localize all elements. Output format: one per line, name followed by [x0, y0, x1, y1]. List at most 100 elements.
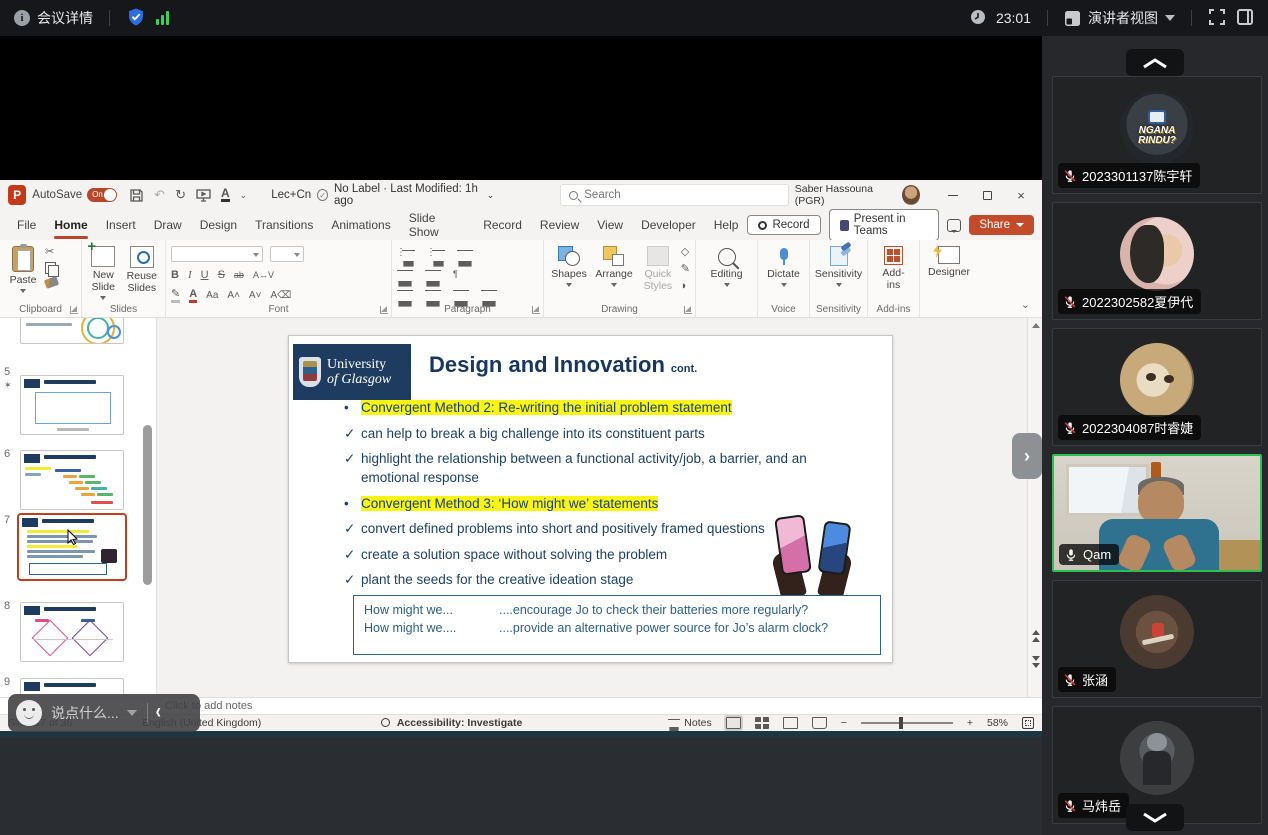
- arrange-button[interactable]: Arrange: [593, 245, 635, 301]
- collapse-chat-button[interactable]: ‹: [156, 701, 161, 724]
- security-shield-icon[interactable]: [126, 7, 146, 30]
- shape-fill-button[interactable]: ◇: [681, 247, 690, 258]
- slideshow-view-button[interactable]: [812, 717, 827, 729]
- align-center-button[interactable]: [425, 290, 441, 301]
- reading-view-button[interactable]: [783, 717, 798, 729]
- zoom-out-button[interactable]: −: [841, 717, 847, 729]
- present-in-teams-button[interactable]: Present in Teams: [829, 209, 940, 241]
- chat-placeholder[interactable]: 说点什么...: [51, 703, 119, 723]
- search-input[interactable]: [584, 189, 779, 201]
- accessibility-status[interactable]: Accessibility: Investigate: [381, 717, 522, 729]
- reuse-slides-button[interactable]: Reuse Slides: [124, 245, 160, 301]
- increase-indent-button[interactable]: [425, 270, 441, 281]
- strikethrough-button[interactable]: S: [218, 270, 225, 281]
- zoom-slider-thumb[interactable]: [899, 717, 903, 729]
- clear-format-button[interactable]: A⌫: [270, 291, 291, 301]
- italic-button[interactable]: I: [188, 270, 192, 281]
- numbering-button[interactable]: [432, 250, 445, 261]
- menu-record[interactable]: Record: [474, 214, 531, 236]
- scroll-participants-down-button[interactable]: [1126, 804, 1184, 831]
- shrink-font-button[interactable]: A˅: [249, 291, 262, 301]
- participant-tile[interactable]: 2022302582夏伊代: [1052, 202, 1262, 320]
- zoom-level[interactable]: 58%: [987, 717, 1008, 729]
- copy-button[interactable]: [45, 262, 56, 274]
- view-mode-dropdown[interactable]: 演讲者视图: [1064, 8, 1175, 28]
- thumbnail-slide-8[interactable]: [20, 602, 124, 662]
- sensitivity-button[interactable]: Sensitivity: [815, 245, 862, 288]
- bold-button[interactable]: B: [171, 270, 179, 281]
- thumbnail-slide-5[interactable]: [20, 375, 124, 435]
- autosave-toggle[interactable]: AutoSave On: [32, 188, 117, 202]
- participant-tile[interactable]: 2022304087时睿婕: [1052, 328, 1262, 446]
- chevron-down-icon[interactable]: [127, 710, 137, 716]
- thumbnail-scrollbar[interactable]: [140, 318, 157, 697]
- meeting-details-button[interactable]: i 会议详情: [14, 8, 93, 28]
- minimize-button[interactable]: [936, 180, 970, 210]
- side-panel-button[interactable]: [1236, 8, 1254, 29]
- subscript-button[interactable]: ab: [234, 271, 244, 280]
- shape-effects-button[interactable]: ◗: [681, 281, 690, 292]
- paste-button[interactable]: Paste: [5, 245, 41, 301]
- underline-button[interactable]: U: [201, 270, 209, 281]
- thumbnail-slide-4[interactable]: [20, 318, 124, 344]
- customize-qat-button[interactable]: ⌄: [240, 190, 248, 201]
- menu-insert[interactable]: Insert: [97, 214, 145, 236]
- addins-button[interactable]: Add-ins: [873, 245, 914, 292]
- comments-button[interactable]: [947, 219, 961, 232]
- drawing-dialog-launcher[interactable]: [684, 306, 692, 314]
- notes-toggle-button[interactable]: Notes: [668, 717, 711, 729]
- participant-tile-active-speaker[interactable]: Qam: [1052, 454, 1262, 572]
- save-button[interactable]: [129, 188, 144, 203]
- menu-file[interactable]: File: [8, 214, 45, 236]
- thumbnail-slide-6[interactable]: [20, 450, 124, 510]
- account-area[interactable]: Saber Hassouna (PGR): [795, 183, 920, 207]
- menu-slideshow[interactable]: Slide Show: [400, 207, 475, 243]
- redo-button[interactable]: ↻: [175, 187, 186, 203]
- designer-button[interactable]: Designer: [925, 245, 973, 279]
- ppt-search-box[interactable]: [560, 184, 788, 206]
- line-spacing-button[interactable]: [457, 250, 473, 261]
- quick-styles-button[interactable]: Quick Styles: [639, 245, 677, 301]
- new-slide-button[interactable]: New Slide: [87, 245, 120, 301]
- close-button[interactable]: ×: [1004, 180, 1038, 210]
- menu-transitions[interactable]: Transitions: [246, 214, 322, 236]
- dictate-button[interactable]: Dictate: [763, 245, 804, 288]
- start-slideshow-button[interactable]: [196, 188, 211, 202]
- slide-canvas[interactable]: University of Glasgow Design and Innovat…: [288, 335, 893, 663]
- zoom-in-button[interactable]: +: [967, 717, 973, 729]
- menu-draw[interactable]: Draw: [145, 214, 191, 236]
- justify-button[interactable]: [481, 290, 497, 301]
- collapse-ribbon-button[interactable]: ⌄: [1021, 298, 1030, 311]
- font-dialog-launcher[interactable]: [380, 306, 388, 314]
- highlight-button[interactable]: ✎: [171, 289, 180, 303]
- next-slide-button[interactable]: [1032, 656, 1040, 661]
- font-color-button[interactable]: A: [189, 289, 197, 303]
- menu-view[interactable]: View: [588, 214, 632, 236]
- emoji-icon[interactable]: [16, 700, 42, 726]
- scroll-up-arrow[interactable]: [1032, 323, 1040, 328]
- normal-view-button[interactable]: [726, 717, 741, 729]
- scroll-participants-up-button[interactable]: [1126, 49, 1184, 76]
- menu-design[interactable]: Design: [191, 214, 246, 236]
- paragraph-dialog-launcher[interactable]: [532, 306, 540, 314]
- slide-sorter-view-button[interactable]: [755, 717, 769, 729]
- slide-vertical-scrollbar[interactable]: [1027, 318, 1042, 697]
- shapes-button[interactable]: Shapes: [549, 245, 589, 301]
- cut-button[interactable]: ✂: [45, 247, 58, 258]
- participant-tile[interactable]: 张涵: [1052, 580, 1262, 698]
- fullscreen-button[interactable]: [1208, 8, 1226, 29]
- participant-tile[interactable]: NGANA RINDU? 2023301137陈宇轩: [1052, 76, 1262, 194]
- menu-developer[interactable]: Developer: [632, 214, 705, 236]
- document-title-group[interactable]: Lec+Cn ✓ No Label · Last Modified: 1h ag…: [271, 183, 494, 207]
- clipboard-dialog-launcher[interactable]: [70, 306, 78, 314]
- change-case-button[interactable]: Aa: [206, 291, 218, 301]
- maximize-button[interactable]: [970, 180, 1004, 210]
- font-size-combo[interactable]: [270, 246, 304, 262]
- zoom-slider[interactable]: [861, 722, 953, 724]
- record-button[interactable]: Record: [747, 215, 820, 235]
- editing-button[interactable]: Editing: [701, 245, 752, 288]
- bullets-button[interactable]: [402, 250, 415, 261]
- menu-home[interactable]: Home: [45, 214, 96, 236]
- font-color-button[interactable]: A: [221, 188, 230, 202]
- undo-button[interactable]: ↶: [154, 187, 165, 203]
